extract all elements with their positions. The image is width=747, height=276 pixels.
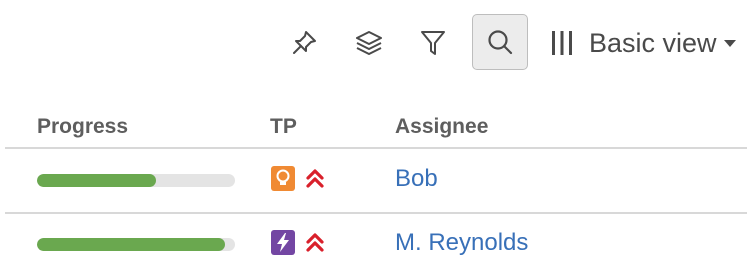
search-icon: [488, 30, 513, 55]
column-header-progress[interactable]: Progress: [37, 115, 128, 139]
assignee-link[interactable]: Bob: [395, 165, 438, 193]
filter-button[interactable]: [412, 14, 454, 72]
column-header-tp[interactable]: TP: [270, 115, 297, 139]
progress-fill: [37, 174, 156, 187]
progress-fill: [37, 238, 226, 251]
search-button[interactable]: [472, 14, 528, 70]
column-header-assignee[interactable]: Assignee: [395, 115, 488, 139]
epic-icon: [271, 230, 295, 255]
table-row[interactable]: M. Reynolds: [0, 214, 747, 276]
header-divider: [5, 147, 747, 149]
progress-bar: [37, 174, 235, 187]
table-header: Progress TP Assignee: [0, 112, 747, 148]
assignee-link[interactable]: M. Reynolds: [395, 229, 528, 257]
layers-icon: [356, 31, 382, 55]
filter-icon: [421, 31, 445, 55]
progress-bar: [37, 238, 235, 251]
layers-button[interactable]: [348, 14, 390, 72]
caret-down-icon: [723, 40, 736, 47]
columns-icon: [552, 31, 572, 55]
priority-highest-icon: [304, 230, 326, 254]
view-label: Basic view: [589, 27, 717, 58]
pin-button[interactable]: [283, 14, 325, 72]
priority-highest-icon: [304, 166, 326, 190]
view-selector[interactable]: Basic view: [551, 14, 737, 72]
pin-icon: [293, 31, 316, 54]
idea-icon: [271, 166, 295, 191]
toolbar: Basic view: [0, 14, 747, 72]
table-row[interactable]: Bob: [0, 150, 747, 212]
